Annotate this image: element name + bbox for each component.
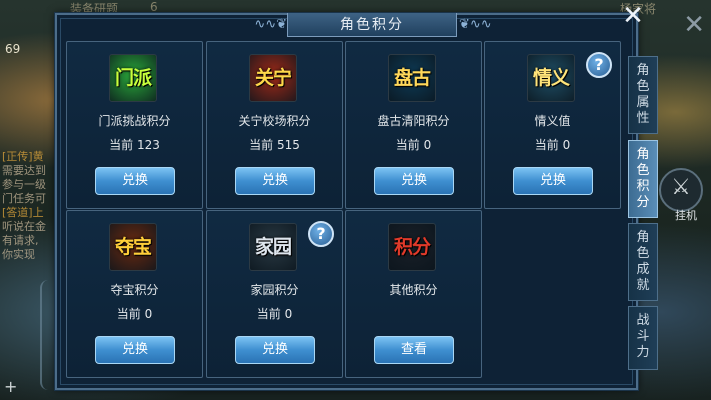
bg-close-icon: ✕ [683, 10, 705, 40]
help-icon[interactable]: ? [586, 52, 612, 78]
guanning-icon: 关宁 [249, 54, 297, 102]
sect-icon: 门派 [109, 54, 157, 102]
score-name: 关宁校场积分 [238, 114, 311, 128]
bg-top-mid-text: 6 [150, 0, 158, 14]
exchange-button[interactable]: 兑换 [95, 336, 175, 364]
tab-attributes[interactable]: 角色属性 [628, 56, 658, 134]
title-ornament-left-icon: ∿∿❦ [254, 17, 287, 32]
score-name: 其他积分 [389, 283, 438, 297]
chat-log: [正传]黄 需要达到 参与一级 门任务可 [答道]上 听说在金 有请求, 你实现 [2, 150, 54, 262]
score-current: 当前 515 [249, 138, 300, 152]
score-current: 当前 0 [116, 307, 153, 321]
panel-title: 角色积分 [287, 13, 457, 37]
close-icon[interactable]: ✕ [620, 3, 646, 29]
score-name: 情义值 [534, 114, 571, 128]
score-card-pangu: 盘古 盘古清阳积分 当前 0 兑换 [345, 41, 482, 209]
score-current: 当前 0 [395, 138, 432, 152]
score-card-treasure: 夺宝 夺宝积分 当前 0 兑换 [66, 210, 203, 378]
chat-line: 你实现 [2, 248, 35, 261]
exchange-button[interactable]: 兑换 [235, 336, 315, 364]
plus-icon[interactable]: + [4, 377, 17, 396]
chat-line: 参与一级 [2, 178, 46, 191]
chat-line: 有请求, [2, 234, 39, 247]
score-current: 当前 123 [109, 138, 160, 152]
view-button[interactable]: 查看 [374, 336, 454, 364]
score-card-other: 积分 其他积分 查看 [345, 210, 482, 378]
crossed-swords-icon[interactable]: ⚔ [659, 168, 703, 212]
tab-achievements[interactable]: 角色成就 [628, 223, 658, 301]
treasure-icon: 夺宝 [109, 223, 157, 271]
score-current: 当前 0 [534, 138, 571, 152]
chat-line: [正传]黄 需要达到 [2, 150, 46, 177]
score-card-guanning: 关宁 关宁校场积分 当前 515 兑换 [206, 41, 343, 209]
chat-line: [答道]上 听说在金 [2, 206, 46, 233]
score-current: 当前 0 [256, 307, 293, 321]
score-grid: 门派 门派挑战积分 当前 123 兑换 关宁 关宁校场积分 当前 515 兑换 … [66, 41, 626, 381]
title-ornament-right-icon: ❦∿∿ [459, 17, 492, 32]
player-level: 69 [5, 42, 21, 56]
pangu-icon: 盘古 [388, 54, 436, 102]
loyalty-icon: 情义 [527, 54, 575, 102]
home-icon: 家园 [249, 223, 297, 271]
score-card-sect: 门派 门派挑战积分 当前 123 兑换 [66, 41, 203, 209]
exchange-button[interactable]: 兑换 [374, 167, 454, 195]
help-icon[interactable]: ? [308, 221, 334, 247]
chat-line: 门任务可 [2, 192, 46, 205]
exchange-button[interactable]: 兑换 [95, 167, 175, 195]
tab-combat-power[interactable]: 战斗力 [628, 306, 658, 370]
hangup-label: 挂机 [675, 209, 697, 222]
score-name: 门派挑战积分 [98, 114, 171, 128]
score-name: 盘古清阳积分 [377, 114, 450, 128]
exchange-button[interactable]: 兑换 [513, 167, 593, 195]
exchange-button[interactable]: 兑换 [235, 167, 315, 195]
score-name: 夺宝积分 [110, 283, 159, 297]
score-name: 家园积分 [250, 283, 299, 297]
other-score-icon: 积分 [388, 223, 436, 271]
tab-scores[interactable]: 角色积分 [628, 140, 658, 218]
